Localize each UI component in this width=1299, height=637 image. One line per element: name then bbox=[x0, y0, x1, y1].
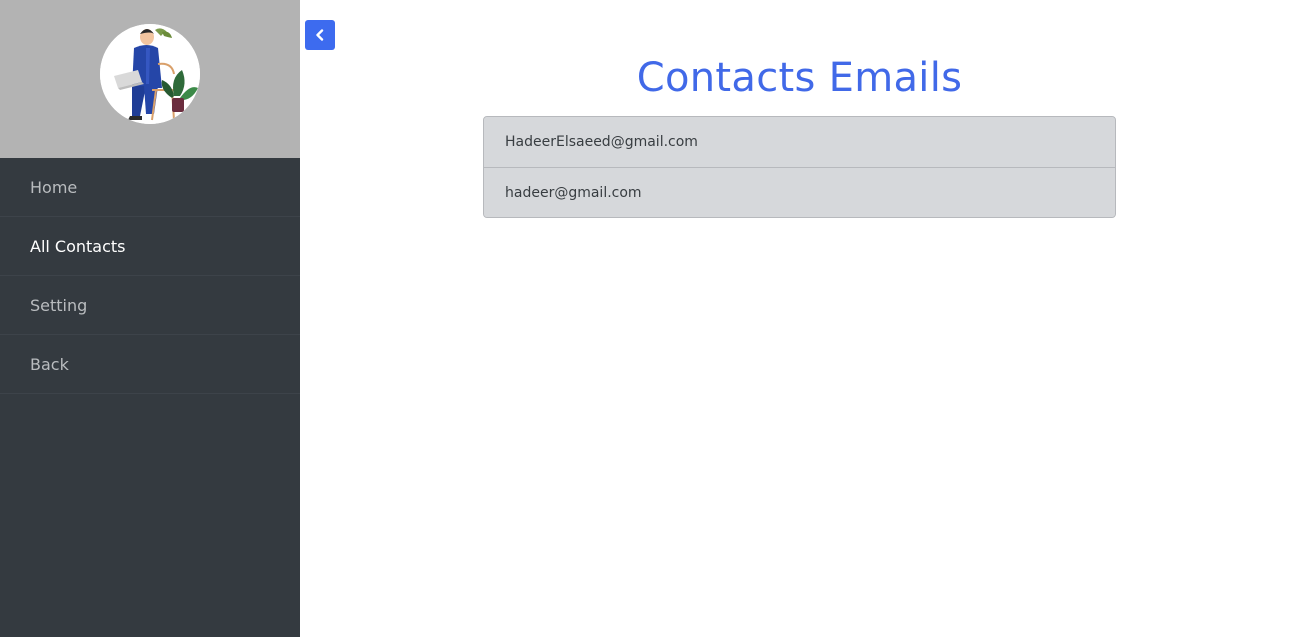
chevron-left-icon bbox=[316, 29, 324, 41]
list-item[interactable]: HadeerElsaeed@gmail.com bbox=[484, 117, 1115, 167]
email-list: HadeerElsaeed@gmail.com hadeer@gmail.com bbox=[483, 116, 1116, 218]
person-with-laptop-icon bbox=[100, 24, 200, 124]
sidebar-item-setting[interactable]: Setting bbox=[0, 276, 300, 335]
sidebar-toggle-button[interactable] bbox=[305, 20, 335, 50]
sidebar-item-back[interactable]: Back bbox=[0, 335, 300, 394]
sidebar-item-home[interactable]: Home bbox=[0, 158, 300, 217]
sidebar: Home All Contacts Setting Back bbox=[0, 0, 300, 637]
list-item[interactable]: hadeer@gmail.com bbox=[484, 167, 1115, 217]
avatar bbox=[100, 24, 200, 124]
page-title: Contacts Emails bbox=[636, 55, 963, 101]
sidebar-nav: Home All Contacts Setting Back bbox=[0, 158, 300, 394]
sidebar-item-all-contacts[interactable]: All Contacts bbox=[0, 217, 300, 276]
app: Home All Contacts Setting Back Contacts … bbox=[0, 0, 1299, 637]
sidebar-header bbox=[0, 0, 300, 158]
